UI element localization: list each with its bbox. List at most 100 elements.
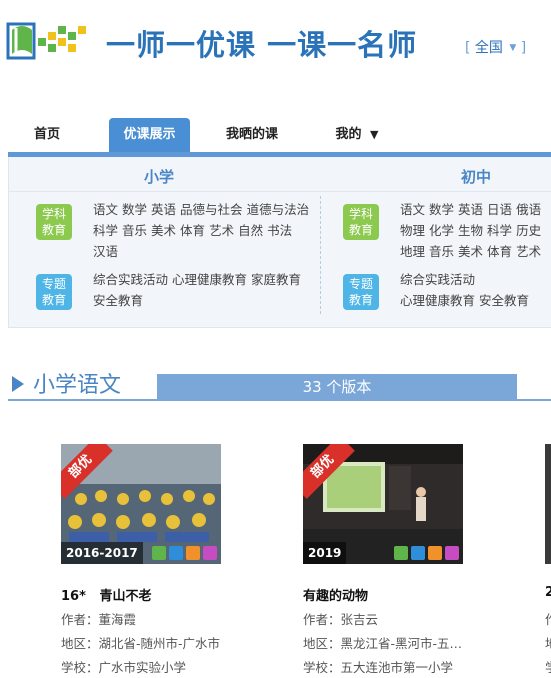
evaluation-icon — [203, 546, 217, 560]
subject-education-badge: 学科 教育 — [36, 204, 72, 240]
topic-link[interactable]: 安全教育 — [93, 293, 143, 308]
subject-link[interactable]: 书法 — [267, 223, 292, 238]
course-school: 学校：五大连池市第一小学 — [303, 657, 503, 676]
nav-course-showcase[interactable]: 优课展示 — [109, 118, 190, 152]
topic-link[interactable]: 综合实践活动 — [400, 272, 475, 287]
stage-divider — [320, 196, 321, 314]
subject-link[interactable]: 美术 — [458, 244, 483, 259]
stage-junior-title[interactable]: 初中 — [461, 166, 491, 187]
subject-link[interactable]: 艺术 — [516, 244, 541, 259]
badge-line: 学科 — [41, 207, 66, 221]
course-thumbnail[interactable]: 部优 2019 — [303, 444, 463, 564]
nav-home[interactable]: 首页 — [20, 118, 74, 152]
school-value: 五大连池市第一小学 — [340, 660, 454, 675]
subject-link[interactable]: 历史 — [516, 223, 541, 238]
subject-link[interactable]: 品德与社会 — [180, 202, 243, 217]
subject-link[interactable]: 数学 — [429, 202, 454, 217]
subject-link[interactable]: 生物 — [458, 223, 483, 238]
nav-mine[interactable]: 我的 ▼ — [325, 118, 389, 152]
subject-link[interactable]: 化学 — [429, 223, 454, 238]
junior-subject-links: 语文 数学 英语 日语 俄语物理 化学 生物 科学 历史地理 音乐 美术 体育 艺术 — [400, 199, 551, 265]
topic-link[interactable]: 家庭教育 — [251, 272, 301, 287]
lesson-plan-icon — [152, 546, 166, 560]
subject-link[interactable]: 物理 — [400, 223, 425, 238]
topic-education-badge: 专题 教育 — [36, 274, 72, 310]
subject-link[interactable]: 科学 — [487, 223, 512, 238]
region-selector[interactable]: [ 全国 ▼ ] — [465, 37, 526, 57]
junior-topic-links: 综合实践活动心理健康教育 安全教育 — [400, 269, 551, 313]
subject-link[interactable]: 数学 — [122, 202, 147, 217]
author-label: 作 — [545, 609, 551, 628]
topic-link[interactable]: 安全教育 — [479, 293, 529, 308]
subject-link[interactable]: 英语 — [458, 202, 483, 217]
region-bracket-open: [ — [465, 40, 471, 56]
area-label: 地 — [545, 633, 551, 652]
subject-link[interactable]: 艺术 — [209, 223, 234, 238]
school-label: 学校： — [61, 660, 99, 675]
area-label: 地区： — [61, 636, 99, 651]
site-slogan: 一师一优课 一课一名师 — [106, 28, 418, 62]
subject-link[interactable]: 语文 — [400, 202, 425, 217]
section-underline — [8, 399, 551, 401]
author-value: 董海霞 — [98, 612, 137, 627]
chevron-down-icon: ▼ — [509, 43, 517, 53]
badge-line: 教育 — [41, 293, 66, 307]
stage-primary-title[interactable]: 小学 — [144, 166, 174, 187]
course-title[interactable]: 16* 青山不老 — [61, 585, 151, 604]
course-school: 学校：广水市实验小学 — [61, 657, 251, 676]
lesson-title: 有趣的动物 — [303, 589, 369, 604]
logo[interactable] — [6, 18, 98, 66]
nav-my-shared-courses[interactable]: 我晒的课 — [214, 118, 290, 152]
badge-line: 专题 — [348, 277, 373, 291]
region-value: 全国 — [474, 40, 503, 56]
topic-link[interactable]: 综合实践活动 — [93, 272, 168, 287]
year-label: 2019 — [303, 542, 347, 564]
region-bracket-close: ] — [520, 40, 527, 56]
nav-mine-label: 我的 — [335, 127, 362, 142]
topic-link[interactable]: 心理健康教育 — [400, 293, 475, 308]
subject-link[interactable]: 日语 — [487, 202, 512, 217]
topic-link[interactable]: 心理健康教育 — [172, 272, 247, 287]
resource-icons — [391, 546, 459, 560]
topic-education-badge: 专题 教育 — [343, 274, 379, 310]
subject-link[interactable]: 英语 — [151, 202, 176, 217]
author-label: 作者： — [61, 612, 99, 627]
main-nav: 首页 优课展示 我晒的课 我的 ▼ — [0, 118, 551, 152]
badge-line: 教育 — [348, 293, 373, 307]
area-value: 黑龙江省-黑河市-五… — [340, 636, 463, 651]
resource-icons — [149, 546, 217, 560]
primary-subject-links: 语文 数学 英语 品德与社会 道德与法治科学 音乐 美术 体育 艺术 自然 书法汉语 — [93, 199, 315, 262]
area-label: 地区： — [303, 636, 341, 651]
subject-link[interactable]: 科学 — [93, 223, 118, 238]
subject-link[interactable]: 体育 — [180, 223, 205, 238]
course-title[interactable]: 有趣的动物 — [303, 585, 368, 604]
evaluation-icon — [445, 546, 459, 560]
badge-line: 教育 — [348, 223, 373, 237]
author-value: 张吉云 — [340, 612, 379, 627]
badge-line: 学科 — [348, 207, 373, 221]
lesson-number[interactable]: 2 — [545, 585, 551, 600]
subject-link[interactable]: 地理 — [400, 244, 425, 259]
subject-link[interactable]: 音乐 — [122, 223, 147, 238]
subject-link[interactable]: 道德与法治 — [247, 202, 310, 217]
course-thumbnail[interactable]: 部优 2016-2017 — [61, 444, 221, 564]
subject-link[interactable]: 俄语 — [516, 202, 541, 217]
lesson-number: 16* — [61, 589, 86, 604]
courseware-icon — [186, 546, 200, 560]
subject-link[interactable]: 美术 — [151, 223, 176, 238]
play-triangle-icon — [12, 376, 24, 392]
subject-link[interactable]: 自然 — [238, 223, 263, 238]
panel-divider — [8, 191, 551, 192]
subject-link[interactable]: 音乐 — [429, 244, 454, 259]
subject-link[interactable]: 体育 — [487, 244, 512, 259]
subject-link[interactable]: 汉语 — [93, 244, 118, 259]
video-icon — [411, 546, 425, 560]
subject-link[interactable]: 语文 — [93, 202, 118, 217]
badge-line: 教育 — [41, 223, 66, 237]
school-value: 广水市实验小学 — [98, 660, 187, 675]
course-author: 作者：董海霞 — [61, 609, 251, 628]
version-count-bar[interactable]: 33 个版本 — [157, 374, 517, 400]
course-thumbnail[interactable] — [545, 444, 551, 564]
primary-topic-links: 综合实践活动 心理健康教育 家庭教育安全教育 — [93, 269, 315, 311]
school-label: 学 — [545, 657, 551, 676]
